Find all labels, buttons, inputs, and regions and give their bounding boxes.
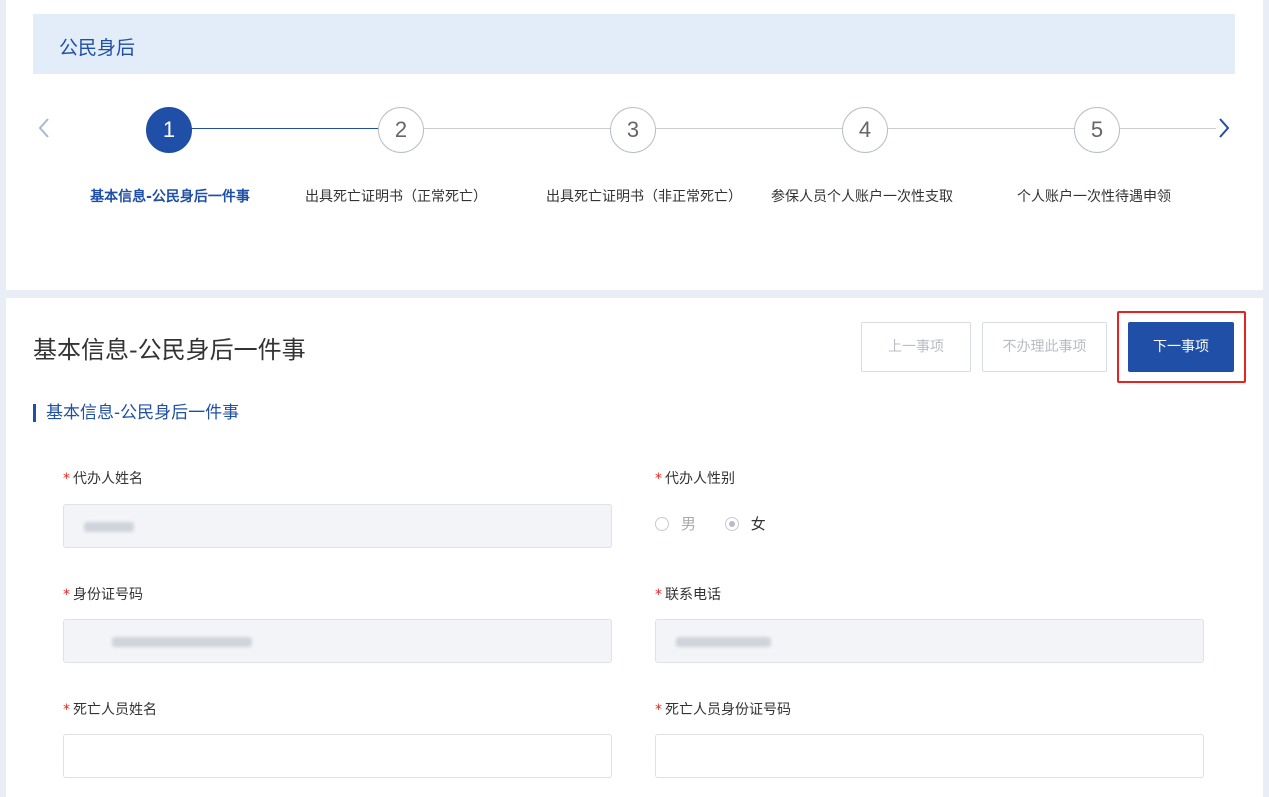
gender-female-label[interactable]: 女 <box>751 515 766 533</box>
form-card: 基本信息-公民身后一件事 上一事项 不办理此事项 下一事项 基本信息-公民身后一… <box>6 298 1263 797</box>
deceased-id-input[interactable] <box>655 734 1204 778</box>
step-connector <box>1120 128 1216 129</box>
required-mark: * <box>655 587 662 603</box>
redacted-value <box>676 637 771 647</box>
required-mark: * <box>655 702 662 718</box>
step-3-circle[interactable]: 3 <box>610 107 656 153</box>
id-number-label: * 身份证号码 <box>63 587 143 603</box>
step-4-label[interactable]: 参保人员个人账户一次性支取 <box>747 176 977 218</box>
gender-male-radio[interactable] <box>655 517 669 531</box>
form-title: 基本信息-公民身后一件事 <box>33 336 306 364</box>
chevron-right-icon[interactable] <box>1216 116 1232 140</box>
step-3-label[interactable]: 出具死亡证明书（非正常死亡） <box>528 176 760 218</box>
required-mark: * <box>655 471 662 487</box>
step-connector <box>424 128 610 129</box>
step-connector <box>656 128 842 129</box>
agent-gender-label: * 代办人性别 <box>655 471 735 487</box>
skip-item-button[interactable]: 不办理此事项 <box>982 322 1107 372</box>
agent-name-label: * 代办人姓名 <box>63 471 143 487</box>
chevron-left-icon[interactable] <box>36 116 52 140</box>
header-bar: 公民身后 <box>33 14 1235 74</box>
gender-female-radio[interactable] <box>724 517 739 531</box>
required-mark: * <box>63 587 70 603</box>
redacted-value <box>112 637 252 647</box>
step-5-circle[interactable]: 5 <box>1074 107 1120 153</box>
step-2-circle[interactable]: 2 <box>378 107 424 153</box>
phone-label: * 联系电话 <box>655 587 721 603</box>
step-5-label[interactable]: 个人账户一次性待遇申领 <box>993 176 1195 218</box>
id-number-input[interactable] <box>63 619 612 663</box>
step-4-circle[interactable]: 4 <box>842 107 888 153</box>
required-mark: * <box>63 471 70 487</box>
next-item-button[interactable]: 下一事项 <box>1128 322 1234 372</box>
step-1-circle[interactable]: 1 <box>146 107 192 153</box>
step-connector <box>888 128 1074 129</box>
required-mark: * <box>63 702 70 718</box>
step-2-label[interactable]: 出具死亡证明书（正常死亡） <box>286 176 506 218</box>
agent-gender-radio-group: 男 女 <box>655 513 790 534</box>
redacted-value <box>84 522 134 532</box>
gender-male-label[interactable]: 男 <box>681 515 696 533</box>
deceased-name-input[interactable] <box>63 734 612 778</box>
phone-input[interactable] <box>655 619 1204 663</box>
step-connector <box>191 128 378 129</box>
deceased-name-label: * 死亡人员姓名 <box>63 702 157 718</box>
section-title: 基本信息-公民身后一件事 <box>33 404 239 422</box>
prev-item-button[interactable]: 上一事项 <box>861 322 971 372</box>
wizard-card: 公民身后 1 2 3 4 5 基本信息-公民身后一件事 出具死亡证明书（正常死亡… <box>6 0 1263 290</box>
page-title: 公民身后 <box>59 37 136 59</box>
step-1-label[interactable]: 基本信息-公民身后一件事 <box>64 176 276 218</box>
deceased-id-label: * 死亡人员身份证号码 <box>655 702 791 718</box>
agent-name-input[interactable] <box>63 504 612 548</box>
